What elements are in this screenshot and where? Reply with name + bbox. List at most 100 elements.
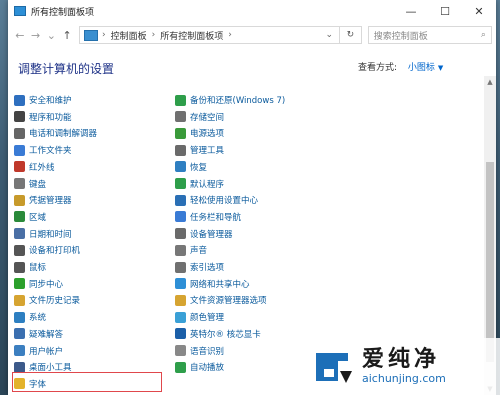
control-panel-item-label: 文件历史记录 bbox=[29, 296, 81, 307]
device-manager-icon bbox=[175, 228, 186, 240]
control-panel-item[interactable]: 轻松使用设置中心 bbox=[175, 192, 258, 208]
clock-icon bbox=[14, 228, 25, 240]
recent-locations-icon[interactable]: ⌄ bbox=[44, 29, 60, 42]
breadcrumb-separator: › bbox=[102, 30, 106, 40]
control-panel-item[interactable]: 程序和功能 bbox=[14, 109, 72, 125]
minimize-button[interactable]: — bbox=[394, 0, 428, 22]
refresh-icon[interactable]: ↻ bbox=[340, 26, 362, 44]
watermark-brand: 爱纯净 bbox=[362, 347, 441, 372]
control-panel-item[interactable]: 凭据管理器 bbox=[14, 192, 72, 208]
recovery-icon bbox=[175, 161, 186, 173]
printer-icon bbox=[14, 244, 25, 256]
watermark-url: aichunjing.com bbox=[362, 372, 446, 385]
search-placeholder: 搜索控制面板 bbox=[373, 31, 428, 42]
control-panel-item-label: 设备管理器 bbox=[190, 229, 233, 240]
sync-icon bbox=[14, 278, 25, 290]
control-panel-item[interactable]: 工作文件夹 bbox=[14, 142, 72, 158]
control-panel-item[interactable]: 日期和时间 bbox=[14, 226, 72, 242]
accessibility-icon bbox=[175, 194, 186, 206]
view-by-value[interactable]: 小图标 bbox=[408, 63, 435, 73]
control-panel-item-label: 鼠标 bbox=[29, 263, 47, 273]
control-panel-item[interactable]: 语音识别 bbox=[175, 343, 224, 359]
window-title: 所有控制面板项 bbox=[31, 7, 95, 18]
control-panel-item[interactable]: 任务栏和导航 bbox=[175, 209, 241, 225]
control-panel-item-label: 凭据管理器 bbox=[29, 196, 72, 207]
control-panel-item[interactable]: 恢复 bbox=[175, 159, 207, 175]
control-panel-item[interactable]: 自动播放 bbox=[175, 359, 224, 375]
region-icon bbox=[14, 211, 25, 223]
control-panel-item[interactable]: 鼠标 bbox=[14, 259, 46, 275]
scroll-thumb[interactable] bbox=[486, 162, 494, 362]
control-panel-item-label: 声音 bbox=[190, 246, 208, 257]
back-arrow-icon[interactable]: ← bbox=[12, 29, 28, 42]
control-panel-item[interactable]: 备份和还原(Windows 7) bbox=[175, 92, 285, 108]
control-panel-item[interactable]: 网络和共享中心 bbox=[175, 276, 250, 292]
control-panel-item[interactable]: 电话和调制解调器 bbox=[14, 125, 97, 141]
breadcrumb-control-panel[interactable]: 控制面板 bbox=[111, 29, 147, 42]
control-panel-item[interactable]: 键盘 bbox=[14, 176, 46, 192]
phone-icon bbox=[14, 127, 25, 139]
view-by: 查看方式: 小图标 ▼ bbox=[358, 60, 443, 73]
control-panel-item[interactable]: 电源选项 bbox=[175, 125, 224, 141]
taskbar-icon bbox=[175, 211, 186, 223]
control-panel-item-label: 疑难解答 bbox=[29, 329, 64, 340]
control-panel-icon bbox=[14, 6, 26, 16]
control-panel-item-label: 默认程序 bbox=[190, 179, 225, 190]
control-panel-item-label: 系统 bbox=[29, 313, 47, 324]
close-button[interactable]: ✕ bbox=[462, 0, 496, 22]
maximize-button[interactable]: ☐ bbox=[428, 0, 462, 22]
admin-tools-icon bbox=[175, 144, 186, 156]
breadcrumb-separator[interactable]: › bbox=[228, 30, 232, 40]
default-programs-icon bbox=[175, 178, 186, 189]
control-panel-item[interactable]: 疑难解答 bbox=[14, 326, 63, 342]
control-panel-item[interactable]: 用户帐户 bbox=[14, 343, 63, 359]
control-panel-item[interactable]: 文件资源管理器选项 bbox=[175, 292, 267, 308]
control-panel-item[interactable]: 索引选项 bbox=[175, 259, 224, 275]
control-panel-item[interactable]: 系统 bbox=[14, 309, 46, 325]
control-panel-item[interactable]: 区域 bbox=[14, 209, 46, 225]
system-icon bbox=[14, 311, 25, 323]
address-dropdown-icon[interactable]: ⌄ bbox=[326, 30, 334, 40]
control-panel-item[interactable]: 声音 bbox=[175, 242, 207, 258]
control-panel-item[interactable]: 默认程序 bbox=[175, 176, 224, 192]
history-icon bbox=[14, 294, 25, 306]
control-panel-item[interactable]: 存储空间 bbox=[175, 109, 224, 125]
view-by-dropdown[interactable]: 小图标 ▼ bbox=[408, 63, 443, 73]
search-input[interactable]: 搜索控制面板 ⌕ bbox=[367, 26, 492, 44]
control-panel-item-label: 轻松使用设置中心 bbox=[190, 196, 259, 207]
control-panel-item-label: 语音识别 bbox=[190, 346, 225, 357]
control-panel-item[interactable]: 英特尔® 核芯显卡 bbox=[175, 326, 261, 342]
mouse-icon bbox=[14, 261, 25, 273]
control-panel-item[interactable]: 安全和维护 bbox=[14, 92, 72, 108]
control-panel-icon bbox=[84, 29, 98, 41]
control-panel-item[interactable]: 设备和打印机 bbox=[14, 242, 80, 258]
flag-icon bbox=[14, 94, 25, 106]
backup-icon bbox=[175, 94, 186, 106]
address-bar[interactable]: › 控制面板 › 所有控制面板项 › ⌄ bbox=[79, 26, 341, 44]
chevron-down-icon[interactable]: ▼ bbox=[438, 64, 443, 72]
up-arrow-icon[interactable]: ↑ bbox=[59, 29, 75, 42]
control-panel-item-label: 任务栏和导航 bbox=[190, 212, 242, 223]
breadcrumb-separator[interactable]: › bbox=[152, 30, 156, 40]
control-panel-item-label: 同步中心 bbox=[29, 279, 64, 290]
users-icon bbox=[14, 345, 25, 356]
control-panel-item-label: 工作文件夹 bbox=[29, 146, 72, 157]
power-icon bbox=[175, 127, 186, 139]
control-panel-item[interactable]: 同步中心 bbox=[14, 276, 63, 292]
control-panel-item[interactable]: 管理工具 bbox=[175, 142, 224, 158]
control-panel-window: 所有控制面板项 — ☐ ✕ ← → ⌄ ↑ › 控制面板 › 所有控制面板项 ›… bbox=[8, 0, 496, 395]
control-panel-item-label: 自动播放 bbox=[190, 363, 225, 374]
control-panel-item-label: 颜色管理 bbox=[190, 313, 225, 324]
credential-icon bbox=[14, 194, 25, 206]
control-panel-item[interactable]: 设备管理器 bbox=[175, 226, 233, 242]
control-panel-item-label: 程序和功能 bbox=[29, 112, 72, 123]
control-panel-item-label: 恢复 bbox=[190, 162, 208, 173]
forward-arrow-icon[interactable]: → bbox=[28, 29, 44, 42]
control-panel-item[interactable]: 颜色管理 bbox=[175, 309, 224, 325]
breadcrumb-all-items[interactable]: 所有控制面板项 bbox=[160, 29, 223, 42]
search-icon[interactable]: ⌕ bbox=[481, 30, 486, 40]
control-panel-item[interactable]: 文件历史记录 bbox=[14, 292, 80, 308]
scroll-up-icon[interactable]: ▲ bbox=[484, 76, 496, 88]
control-panel-item-label: 日期和时间 bbox=[29, 229, 72, 240]
control-panel-item[interactable]: 红外线 bbox=[14, 159, 55, 175]
